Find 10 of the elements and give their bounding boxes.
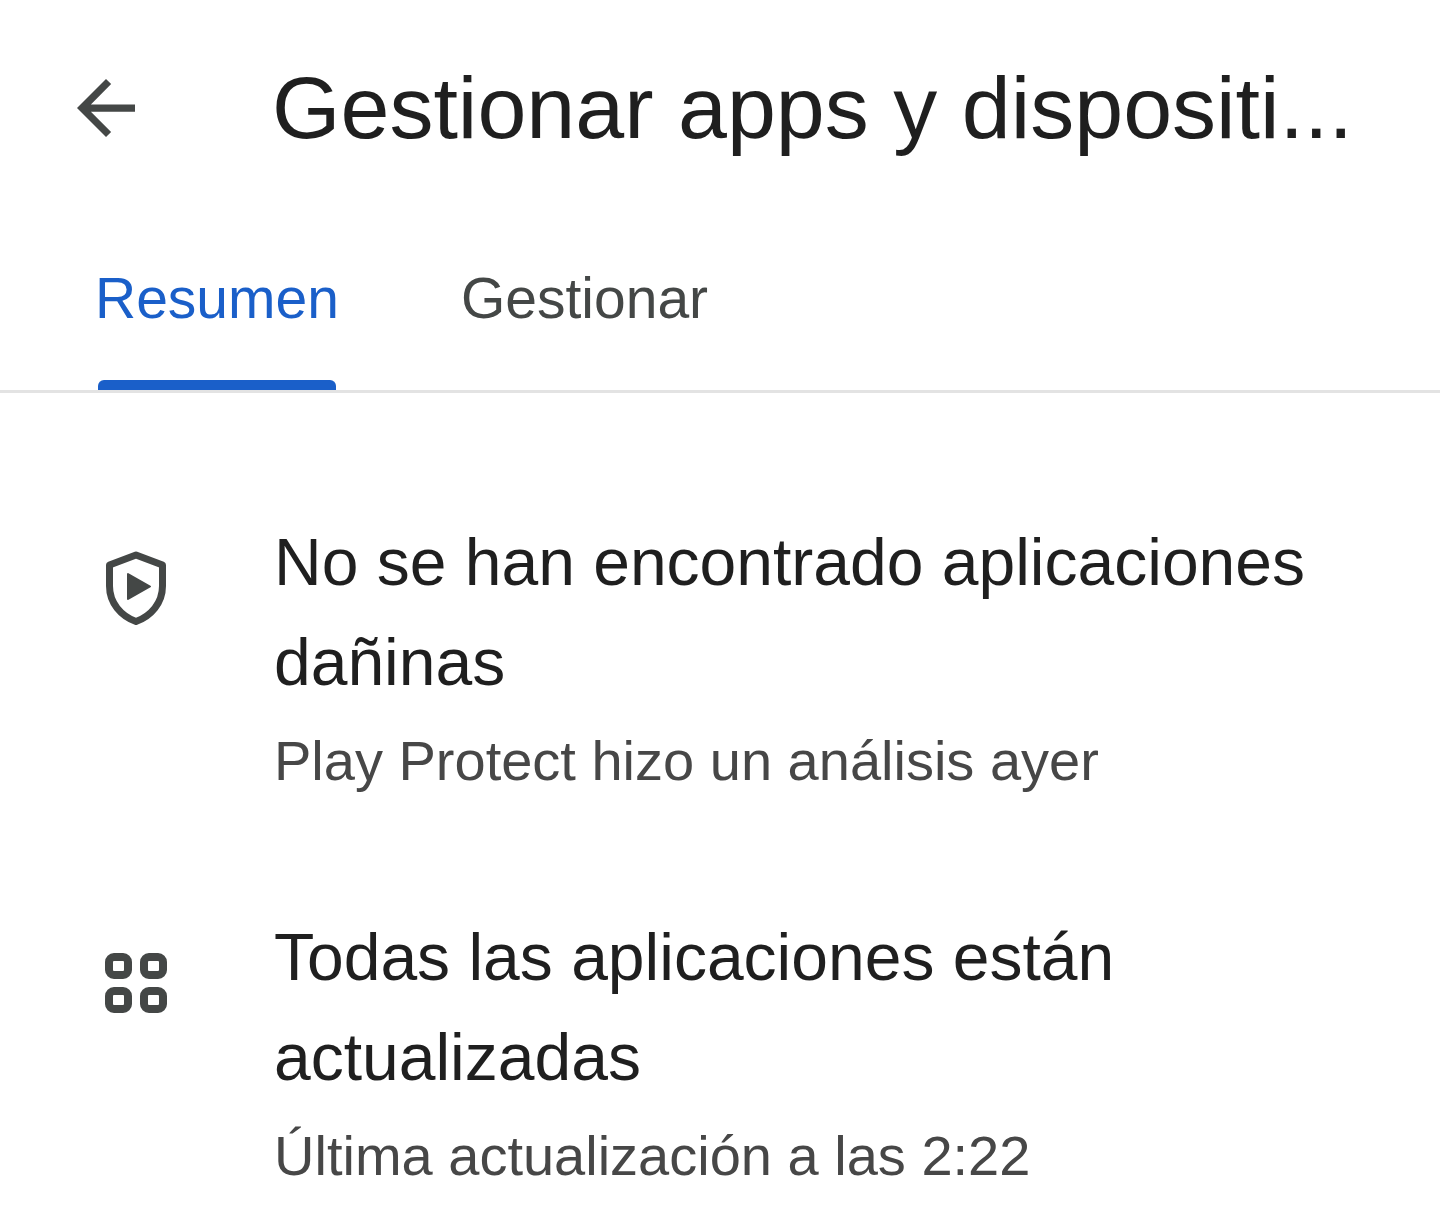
shield-play-icon xyxy=(105,551,167,625)
tab[interactable]: Gestionar xyxy=(460,263,709,390)
status-title: Todas las aplicaciones están actualizadas xyxy=(274,919,1116,1096)
status-title: No se han encontrado aplicaciones dañinas xyxy=(274,524,1307,701)
page-title: Gestionar apps y dispositi... xyxy=(272,57,1353,159)
status-subtitle: Play Protect hizo un análisis ayer xyxy=(274,728,1100,794)
arrow-left-icon[interactable] xyxy=(76,79,136,137)
status-subtitle: Última actualización a las 2:22 xyxy=(274,1123,1032,1189)
grid-icon xyxy=(105,953,167,1013)
tab[interactable]: Resumen xyxy=(95,263,339,390)
